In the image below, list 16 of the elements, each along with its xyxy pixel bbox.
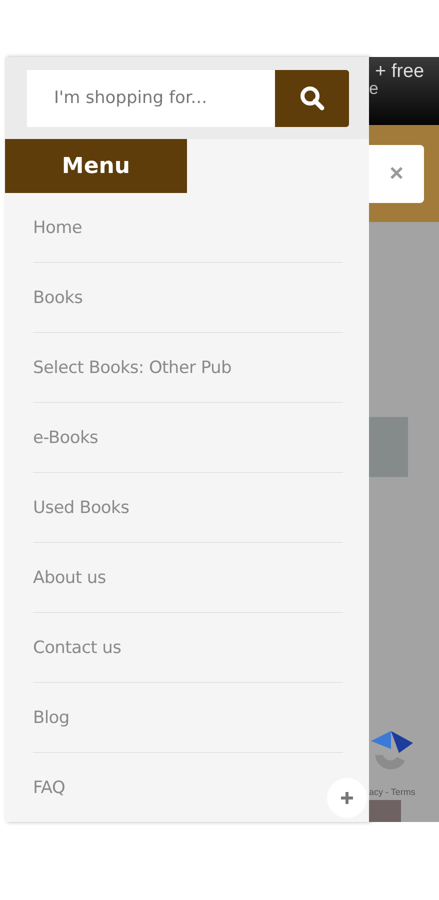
menu-item[interactable]: FAQ xyxy=(33,778,66,798)
close-button[interactable]: × xyxy=(369,144,424,202)
search-icon xyxy=(299,85,325,112)
menu-item[interactable]: e-Books xyxy=(33,428,98,448)
expand-button[interactable] xyxy=(327,778,367,818)
menu-item[interactable]: Used Books xyxy=(33,498,130,518)
plus-icon xyxy=(340,790,354,804)
menu-item[interactable]: Blog xyxy=(33,708,70,728)
menu-item[interactable]: Contact us xyxy=(33,638,122,658)
menu-item[interactable]: Books xyxy=(33,288,83,308)
captcha-terms[interactable]: acy - Terms xyxy=(369,787,416,797)
menu-item[interactable]: Home xyxy=(33,218,82,238)
menu-heading: Menu xyxy=(5,139,187,193)
menu-item[interactable]: Select Books: Other Pub xyxy=(33,358,232,378)
menu-item[interactable]: About us xyxy=(33,568,106,588)
search-button[interactable] xyxy=(275,70,349,127)
